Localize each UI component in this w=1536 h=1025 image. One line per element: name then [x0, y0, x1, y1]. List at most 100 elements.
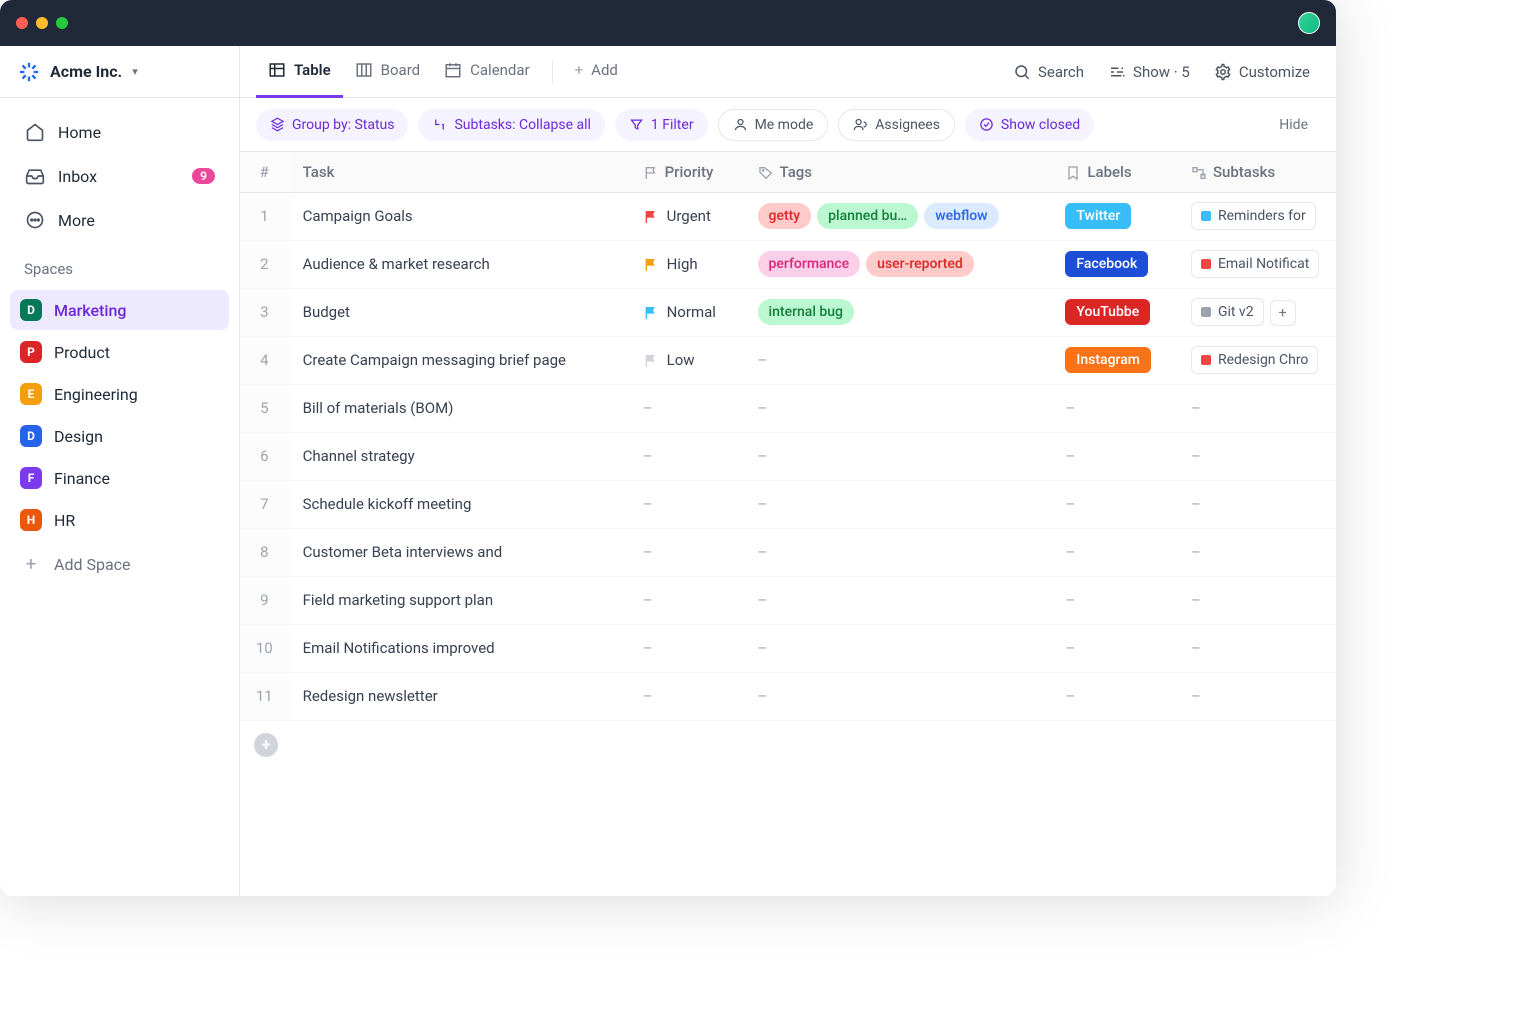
table-row[interactable]: 4Create Campaign messaging brief pageLow…	[240, 336, 1336, 384]
subtasks-cell[interactable]: Redesign Chro	[1177, 336, 1336, 384]
subtasks-cell[interactable]: –	[1177, 528, 1336, 576]
priority-cell[interactable]: –	[629, 384, 744, 432]
task-name-cell[interactable]: Schedule kickoff meeting	[289, 480, 629, 528]
table-row[interactable]: 2Audience & market researchHighperforman…	[240, 240, 1336, 288]
task-name-cell[interactable]: Audience & market research	[289, 240, 629, 288]
subtasks-cell[interactable]: Email Notificat	[1177, 240, 1336, 288]
filter-pill[interactable]: 1 Filter	[615, 109, 708, 141]
tag-chip[interactable]: user-reported	[866, 251, 974, 277]
tag-chip[interactable]: getty	[758, 203, 812, 229]
table-row[interactable]: 5Bill of materials (BOM)––––	[240, 384, 1336, 432]
tags-cell[interactable]: gettyplanned bu…webflow	[744, 192, 1052, 240]
priority-cell[interactable]: High	[629, 240, 744, 288]
task-name-cell[interactable]: Budget	[289, 288, 629, 336]
add-space-button[interactable]: + Add Space	[10, 544, 229, 584]
subtasks-pill[interactable]: Subtasks: Collapse all	[418, 109, 604, 141]
col-subtasks[interactable]: Subtasks	[1177, 152, 1336, 192]
task-name-cell[interactable]: Customer Beta interviews and	[289, 528, 629, 576]
task-name-cell[interactable]: Campaign Goals	[289, 192, 629, 240]
labels-cell[interactable]: –	[1051, 384, 1177, 432]
task-name-cell[interactable]: Create Campaign messaging brief page	[289, 336, 629, 384]
tags-cell[interactable]: –	[744, 384, 1052, 432]
tags-cell[interactable]: –	[744, 528, 1052, 576]
tab-board[interactable]: Board	[343, 46, 432, 98]
task-name-cell[interactable]: Field marketing support plan	[289, 576, 629, 624]
labels-cell[interactable]: Facebook	[1051, 240, 1177, 288]
nav-inbox[interactable]: Inbox 9	[14, 156, 225, 196]
subtask-chip[interactable]: Reminders for	[1191, 202, 1316, 230]
show-closed-pill[interactable]: Show closed	[965, 109, 1094, 141]
subtasks-cell[interactable]: –	[1177, 624, 1336, 672]
labels-cell[interactable]: –	[1051, 672, 1177, 720]
label-chip[interactable]: YouTubbe	[1065, 299, 1150, 325]
tag-chip[interactable]: performance	[758, 251, 861, 277]
close-window[interactable]	[16, 17, 28, 29]
tag-chip[interactable]: planned bu…	[817, 203, 918, 229]
table-row[interactable]: 9Field marketing support plan––––	[240, 576, 1336, 624]
priority-cell[interactable]: –	[629, 624, 744, 672]
space-item-engineering[interactable]: EEngineering	[10, 374, 229, 414]
add-view-button[interactable]: + Add	[563, 46, 630, 98]
col-priority[interactable]: Priority	[629, 152, 744, 192]
subtasks-cell[interactable]: Reminders for	[1177, 192, 1336, 240]
subtasks-cell[interactable]: –	[1177, 672, 1336, 720]
user-avatar[interactable]	[1298, 12, 1320, 34]
priority-cell[interactable]: Normal	[629, 288, 744, 336]
assignees-pill[interactable]: Assignees	[838, 109, 955, 141]
priority-cell[interactable]: Urgent	[629, 192, 744, 240]
space-item-product[interactable]: PProduct	[10, 332, 229, 372]
table-row[interactable]: 7Schedule kickoff meeting––––	[240, 480, 1336, 528]
task-name-cell[interactable]: Email Notifications improved	[289, 624, 629, 672]
priority-cell[interactable]: –	[629, 672, 744, 720]
hide-filters-button[interactable]: Hide	[1267, 117, 1320, 133]
subtasks-cell[interactable]: –	[1177, 480, 1336, 528]
priority-cell[interactable]: Low	[629, 336, 744, 384]
priority-cell[interactable]: –	[629, 528, 744, 576]
labels-cell[interactable]: –	[1051, 576, 1177, 624]
label-chip[interactable]: Twitter	[1065, 203, 1131, 229]
priority-cell[interactable]: –	[629, 480, 744, 528]
space-item-finance[interactable]: FFinance	[10, 458, 229, 498]
subtask-chip[interactable]: Git v2	[1191, 298, 1264, 326]
label-chip[interactable]: Instagram	[1065, 347, 1151, 373]
subtasks-cell[interactable]: –	[1177, 576, 1336, 624]
task-name-cell[interactable]: Channel strategy	[289, 432, 629, 480]
tags-cell[interactable]: –	[744, 576, 1052, 624]
space-item-hr[interactable]: HHR	[10, 500, 229, 540]
space-item-marketing[interactable]: DMarketing	[10, 290, 229, 330]
tags-cell[interactable]: –	[744, 480, 1052, 528]
table-row[interactable]: 6Channel strategy––––	[240, 432, 1336, 480]
subtasks-cell[interactable]: –	[1177, 432, 1336, 480]
me-mode-pill[interactable]: Me mode	[718, 109, 829, 141]
tab-calendar[interactable]: Calendar	[432, 46, 542, 98]
show-button[interactable]: Show · 5	[1098, 63, 1200, 81]
subtasks-cell[interactable]: Git v2+	[1177, 288, 1336, 336]
space-item-design[interactable]: DDesign	[10, 416, 229, 456]
customize-button[interactable]: Customize	[1204, 63, 1320, 81]
table-row[interactable]: 10Email Notifications improved––––	[240, 624, 1336, 672]
table-row[interactable]: 8Customer Beta interviews and––––	[240, 528, 1336, 576]
tags-cell[interactable]: internal bug	[744, 288, 1052, 336]
tags-cell[interactable]: –	[744, 624, 1052, 672]
col-tags[interactable]: Tags	[744, 152, 1052, 192]
subtasks-cell[interactable]: –	[1177, 384, 1336, 432]
subtask-chip[interactable]: Redesign Chro	[1191, 346, 1318, 374]
search-button[interactable]: Search	[1003, 63, 1094, 81]
labels-cell[interactable]: Instagram	[1051, 336, 1177, 384]
subtask-chip[interactable]: Email Notificat	[1191, 250, 1319, 278]
tag-chip[interactable]: webflow	[924, 203, 998, 229]
workspace-switcher[interactable]: Acme Inc. ▾	[0, 46, 239, 98]
table-row[interactable]: 11Redesign newsletter––––	[240, 672, 1336, 720]
table-row[interactable]: 1Campaign GoalsUrgentgettyplanned bu…web…	[240, 192, 1336, 240]
col-num[interactable]: #	[240, 152, 289, 192]
nav-home[interactable]: Home	[14, 112, 225, 152]
task-name-cell[interactable]: Bill of materials (BOM)	[289, 384, 629, 432]
add-subtask-button[interactable]: +	[1270, 300, 1296, 326]
labels-cell[interactable]: –	[1051, 528, 1177, 576]
tags-cell[interactable]: –	[744, 336, 1052, 384]
tab-table[interactable]: Table	[256, 46, 343, 98]
maximize-window[interactable]	[56, 17, 68, 29]
tags-cell[interactable]: –	[744, 432, 1052, 480]
labels-cell[interactable]: Twitter	[1051, 192, 1177, 240]
col-task[interactable]: Task	[289, 152, 629, 192]
